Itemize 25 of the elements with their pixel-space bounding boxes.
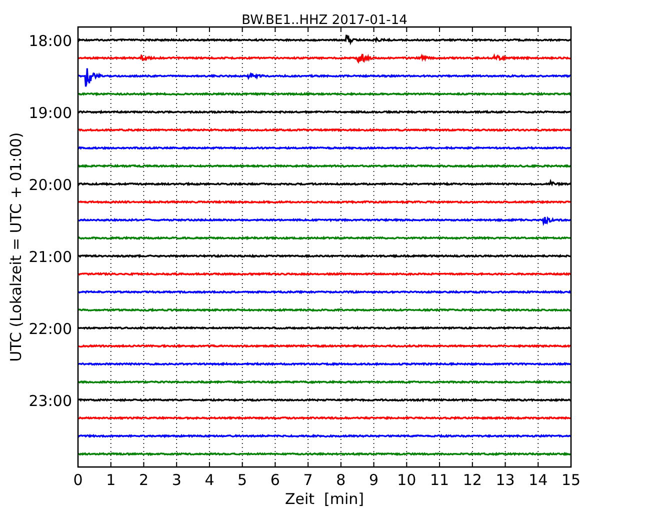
tick-label: 2	[138, 471, 148, 489]
tick-label: 23:00	[28, 392, 72, 410]
tick-label: 10	[397, 471, 416, 489]
tick-label: 13	[496, 471, 515, 489]
tick-label: 8	[336, 471, 346, 489]
axis-title: UTC (Lokalzeit = UTC + 01:00)	[7, 132, 26, 362]
tick-label: 7	[303, 471, 313, 489]
tick-label: 15	[561, 471, 581, 489]
tick-label: 12	[462, 471, 482, 489]
axis-title: Zeit [min]	[284, 490, 364, 508]
tick-label: 14	[528, 471, 548, 489]
chart-title: BW.BE1..HHZ 2017-01-14	[242, 13, 408, 28]
tick-label: 20:00	[28, 176, 72, 194]
tick-label: 6	[270, 471, 280, 489]
tick-label: 0	[73, 471, 83, 489]
tick-label: 18:00	[28, 32, 72, 50]
tick-label: 19:00	[28, 104, 72, 122]
tick-label: 9	[369, 471, 379, 489]
tick-label: 22:00	[28, 320, 72, 338]
tick-label: 11	[430, 471, 450, 489]
tick-label: 4	[204, 471, 214, 489]
tick-label: 1	[106, 471, 116, 489]
tick-label: 21:00	[28, 248, 72, 266]
tick-label: 5	[238, 471, 248, 489]
tick-label: 3	[172, 471, 182, 489]
